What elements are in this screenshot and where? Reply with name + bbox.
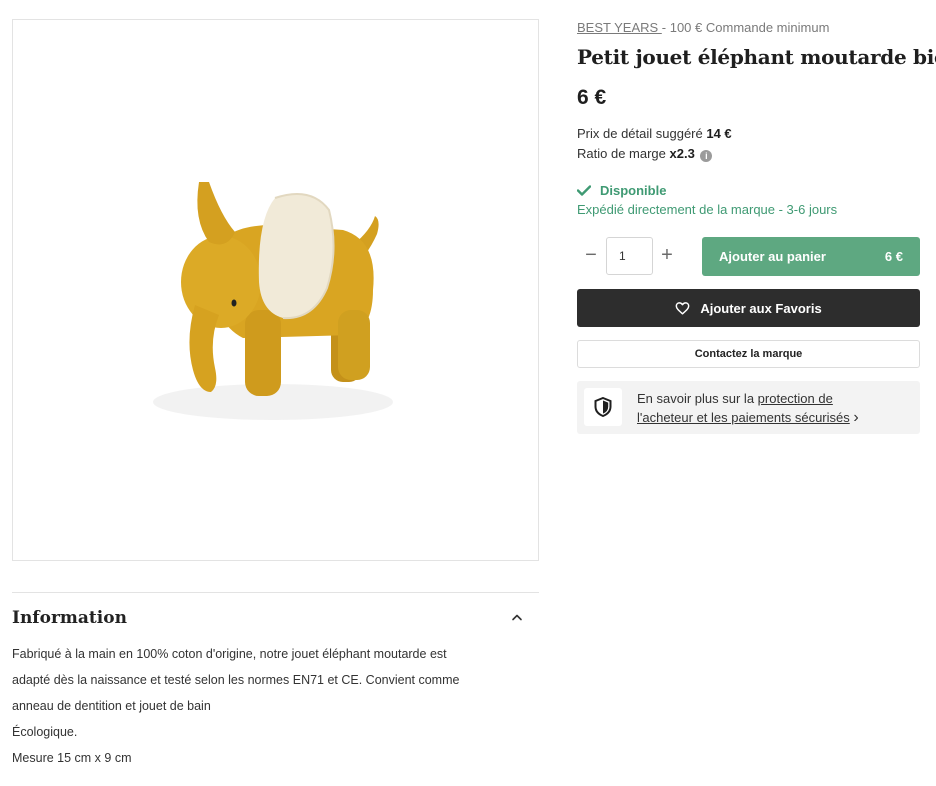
shield-tile xyxy=(584,388,622,426)
description-line: anneau de dentition et jouet de bain xyxy=(12,699,211,713)
shield-icon xyxy=(594,397,612,417)
protection-text: En savoir plus sur la protection de l'ac… xyxy=(637,389,859,427)
description-line: Fabriqué à la main en 100% coton d'origi… xyxy=(12,647,447,661)
add-to-cart-price: 6 € xyxy=(884,249,903,264)
favorites-label: Ajouter aux Favoris xyxy=(700,300,822,316)
description-line: Écologique. xyxy=(12,725,78,739)
minimum-order-text: - 100 € Commande minimum xyxy=(661,20,830,35)
availability-label: Disponible xyxy=(600,183,667,198)
retail-price-value: 14 € xyxy=(706,126,732,141)
quantity-input[interactable] xyxy=(606,237,653,275)
add-to-cart-button[interactable]: Ajouter au panier 6 € xyxy=(702,237,920,276)
description-line: Mesure 15 cm x 9 cm xyxy=(12,751,132,765)
info-icon[interactable]: i xyxy=(700,150,713,162)
buyer-protection-banner[interactable]: En savoir plus sur la protection de l'ac… xyxy=(577,381,920,434)
check-icon xyxy=(577,185,591,196)
protection-prefix: En savoir plus sur la xyxy=(637,391,758,406)
margin-ratio-label: Ratio de marge xyxy=(577,146,670,161)
shipping-info: Expédié directement de la marque - 3-6 j… xyxy=(577,202,838,217)
product-image[interactable] xyxy=(12,19,539,561)
margin-ratio-value: x2.3 xyxy=(669,146,695,161)
chevron-up-icon[interactable] xyxy=(511,613,523,621)
add-to-favorites-button[interactable]: Ajouter aux Favoris xyxy=(577,289,920,327)
elephant-toy-illustration xyxy=(153,182,393,420)
product-price: 6 € xyxy=(577,86,607,109)
information-heading[interactable]: Information xyxy=(12,608,127,628)
chevron-right-icon: › xyxy=(853,409,859,426)
brand-link[interactable]: BEST YEARS xyxy=(577,20,662,35)
retail-price-label: Prix de détail suggéré xyxy=(577,126,707,141)
quantity-decrease-button[interactable]: − xyxy=(580,244,602,268)
retail-price-row: Prix de détail suggéré 14 € xyxy=(577,126,732,141)
product-title: Petit jouet éléphant moutarde bio xyxy=(577,45,936,69)
contact-brand-button[interactable]: Contactez la marque xyxy=(577,340,920,368)
availability-status: Disponible xyxy=(577,183,666,198)
margin-ratio-row: Ratio de marge x2.3 i xyxy=(577,146,713,162)
protection-link-part1[interactable]: protection de xyxy=(758,391,833,406)
add-to-cart-label: Ajouter au panier xyxy=(719,249,826,264)
description-line: adapté dès la naissance et testé selon l… xyxy=(12,673,460,687)
protection-link-part2[interactable]: l'acheteur et les paiements sécurisés xyxy=(637,410,850,425)
quantity-increase-button[interactable]: + xyxy=(656,244,678,268)
brand-line: BEST YEARS - 100 € Commande minimum xyxy=(577,20,829,35)
heart-icon xyxy=(675,301,690,315)
section-divider xyxy=(12,592,539,593)
